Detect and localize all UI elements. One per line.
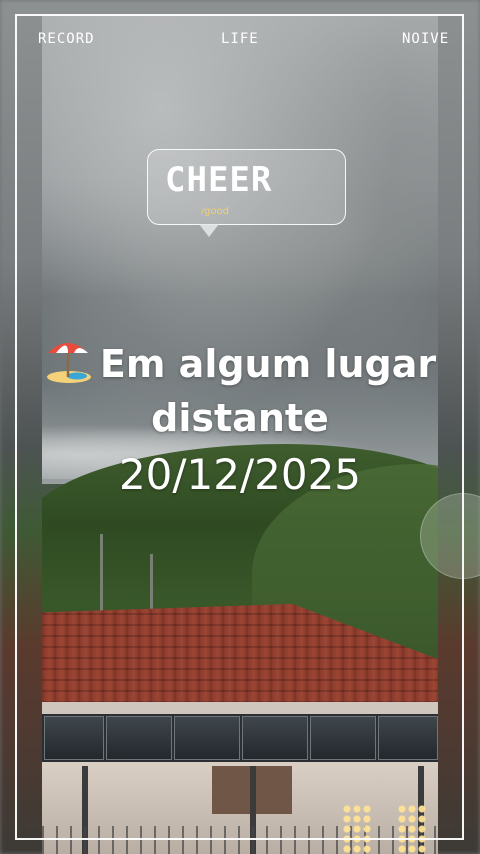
beach-umbrella-icon bbox=[46, 343, 91, 383]
label-noive: NOIVE bbox=[402, 31, 450, 47]
label-record: RECORD bbox=[38, 31, 95, 47]
label-life: LIFE bbox=[221, 31, 259, 47]
headline-line-1: Em algum lugar bbox=[0, 337, 480, 391]
headline-text-1: Em algum lugar bbox=[99, 342, 437, 386]
date-text: 20/12/2025 bbox=[118, 450, 362, 499]
bubble-title: CHEER bbox=[165, 160, 273, 200]
bubble-subtitle: good bbox=[204, 206, 229, 217]
bubble-tail bbox=[199, 224, 219, 237]
cheer-speech-bubble: CHEER / good bbox=[147, 149, 346, 225]
headline-line-2: distante bbox=[151, 396, 329, 440]
headline: Em algum lugar distante bbox=[0, 337, 480, 445]
story-canvas: RECORD LIFE NOIVE CHEER / good Em algum … bbox=[0, 0, 480, 854]
